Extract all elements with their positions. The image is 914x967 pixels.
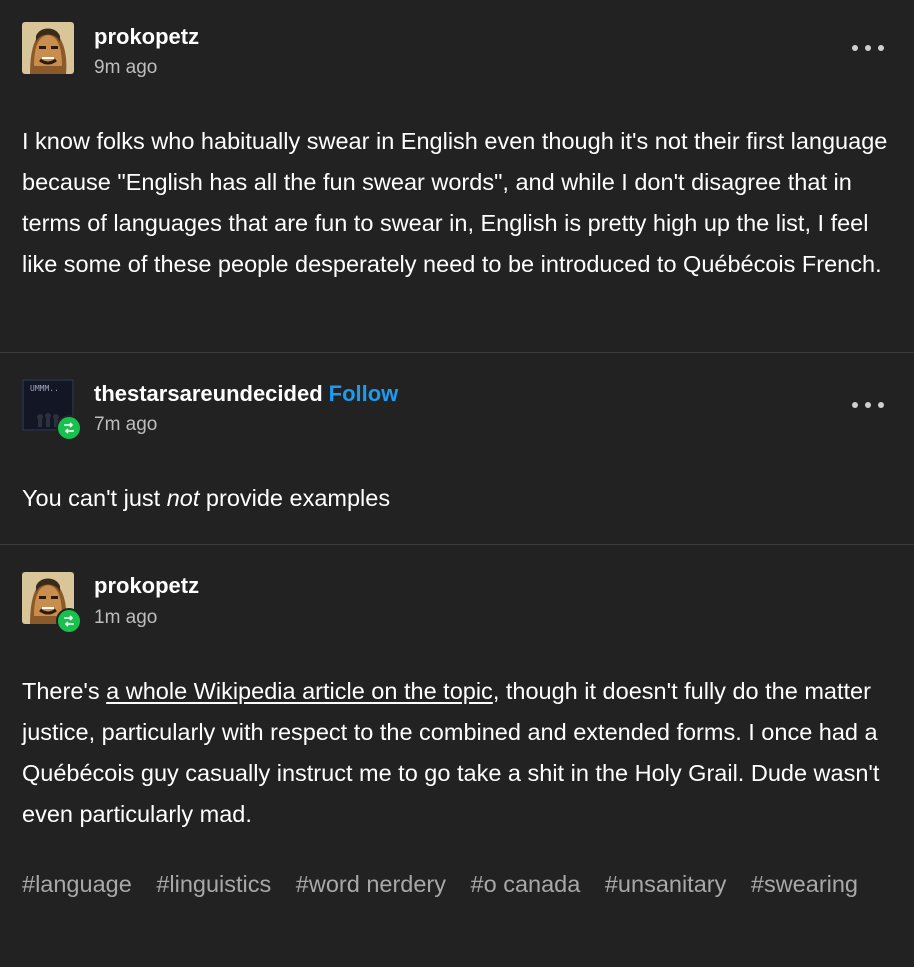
divider: [0, 544, 914, 545]
wikipedia-link[interactable]: a whole Wikipedia article on the topic: [106, 678, 493, 704]
tag-word-nerdery[interactable]: #word nerdery: [296, 871, 446, 897]
divider: [0, 352, 914, 353]
post-body: You can't just not provide examples: [22, 478, 890, 519]
body-text: provide examples: [199, 485, 391, 511]
dot-icon: [852, 45, 858, 51]
follow-button[interactable]: Follow: [329, 381, 399, 406]
body-emphasis: not: [166, 485, 200, 511]
more-options-icon[interactable]: [852, 400, 884, 410]
avatar-prokopetz[interactable]: [22, 22, 74, 74]
dot-icon: [878, 402, 884, 408]
dot-icon: [852, 402, 858, 408]
post-timestamp[interactable]: 1m ago: [94, 607, 157, 629]
dot-icon: [865, 402, 871, 408]
reblog-icon: [56, 608, 82, 634]
tag-language[interactable]: #language: [22, 871, 132, 897]
post-body: I know folks who habitually swear in Eng…: [22, 128, 888, 277]
post-username[interactable]: prokopetz: [94, 24, 199, 50]
tag-o-canada[interactable]: #o canada: [471, 871, 581, 897]
post-username: thestarsareundecided Follow: [94, 381, 398, 407]
reblog-icon: [56, 415, 82, 441]
avatar-text: UMMM..: [30, 384, 59, 393]
username-link[interactable]: thestarsareundecided: [94, 381, 323, 406]
tag-unsanitary[interactable]: #unsanitary: [605, 871, 727, 897]
post-timestamp[interactable]: 9m ago: [94, 57, 157, 79]
post-timestamp[interactable]: 7m ago: [94, 414, 157, 436]
post-username[interactable]: prokopetz: [94, 573, 199, 599]
body-text: There's: [22, 678, 107, 704]
tag-swearing[interactable]: #swearing: [751, 871, 858, 897]
body-text: You can't just: [22, 485, 167, 511]
tag-linguistics[interactable]: #linguistics: [156, 871, 271, 897]
more-options-icon[interactable]: [852, 43, 884, 53]
post-body: There's a whole Wikipedia article on the…: [22, 671, 890, 835]
dot-icon: [865, 45, 871, 51]
tag-list: #language #linguistics #word nerdery #o …: [22, 863, 884, 905]
dot-icon: [878, 45, 884, 51]
